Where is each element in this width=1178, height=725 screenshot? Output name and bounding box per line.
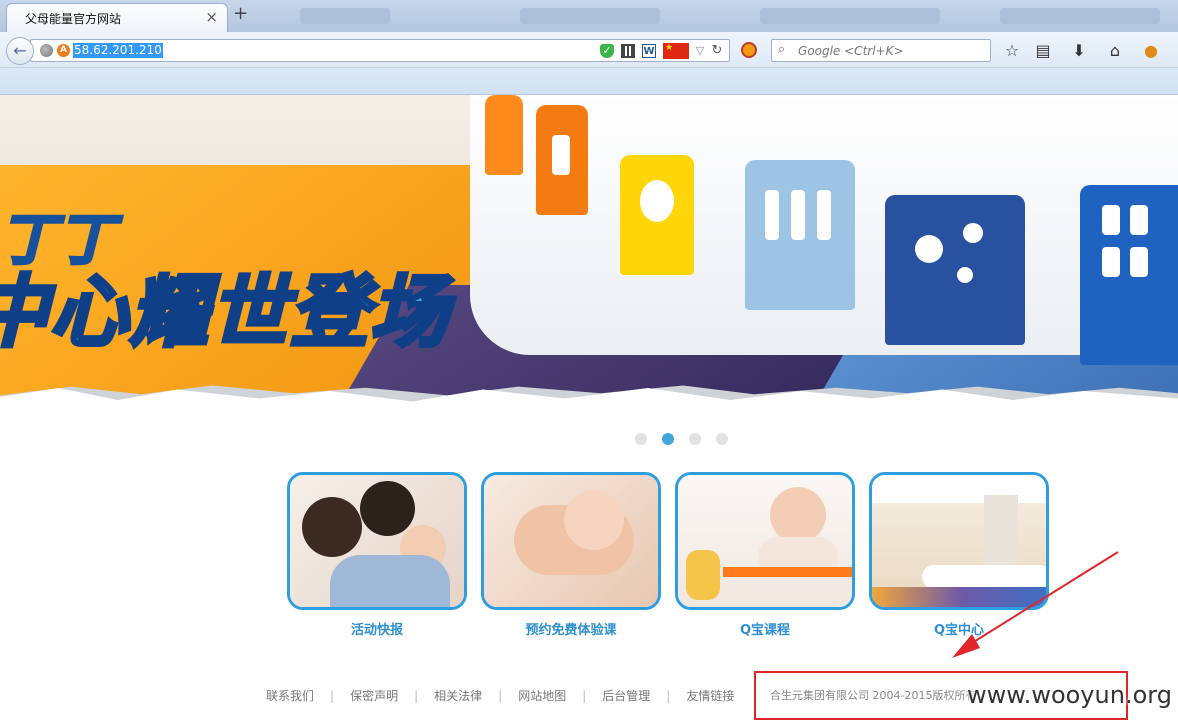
house-window bbox=[957, 267, 973, 283]
annotation-arrow bbox=[952, 551, 1119, 658]
footer-link-contact[interactable]: 联系我们 bbox=[266, 689, 314, 703]
addon-badge-icon[interactable]: A bbox=[57, 44, 70, 57]
slider-dot-active[interactable] bbox=[662, 433, 674, 445]
search-icon: ⌕ bbox=[778, 42, 786, 57]
card-news-image[interactable] bbox=[287, 472, 467, 610]
house-window bbox=[552, 135, 570, 175]
globe-icon bbox=[40, 44, 53, 57]
background-tab-blur bbox=[300, 8, 390, 24]
search-placeholder: Google <Ctrl+K> bbox=[798, 44, 904, 58]
hands-photo bbox=[484, 475, 658, 607]
baby-photo bbox=[678, 475, 852, 607]
background-tab-blur bbox=[1000, 8, 1160, 24]
card-label-courses[interactable]: Q宝课程 bbox=[675, 619, 855, 638]
house-window bbox=[1130, 247, 1148, 277]
photo-figure bbox=[330, 555, 450, 607]
photo-figure bbox=[302, 497, 362, 557]
footer-separator: | bbox=[498, 689, 503, 703]
photo-figure bbox=[770, 487, 826, 543]
banner-headline: 中心耀世登场 bbox=[0, 266, 451, 360]
banner-house-shape bbox=[1080, 185, 1178, 365]
new-tab-button[interactable]: + bbox=[233, 3, 248, 24]
search-input[interactable]: ⌕ Google <Ctrl+K> bbox=[771, 39, 991, 62]
family-photo bbox=[290, 475, 464, 607]
download-icon[interactable]: ⬇ bbox=[1068, 40, 1090, 62]
background-tab-blur bbox=[760, 8, 940, 24]
toy-xylophone bbox=[723, 567, 852, 577]
banner-house-shape bbox=[536, 105, 588, 215]
close-icon[interactable]: × bbox=[205, 8, 218, 26]
house-window bbox=[765, 190, 779, 240]
card-courses-image[interactable] bbox=[675, 472, 855, 610]
photo-ceiling bbox=[872, 475, 1046, 503]
active-tab[interactable]: 父母能量官方网站 × bbox=[6, 3, 228, 32]
footer-separator: | bbox=[330, 689, 335, 703]
house-window bbox=[1102, 205, 1120, 235]
qr-code-icon[interactable] bbox=[621, 44, 635, 58]
footer-link-sitemap[interactable]: 网站地图 bbox=[518, 689, 566, 703]
banner-house-shape bbox=[620, 155, 694, 275]
avatar-icon[interactable]: ● bbox=[1140, 40, 1162, 62]
dropdown-icon[interactable]: ▽ bbox=[693, 44, 707, 58]
footer-link-friends[interactable]: 友情链接 bbox=[686, 689, 734, 703]
china-flag-icon[interactable]: ★ bbox=[663, 43, 689, 59]
tab-bar: 父母能量官方网站 × + bbox=[0, 0, 1178, 32]
bookmark-star-icon[interactable]: ☆ bbox=[1001, 40, 1023, 62]
slider-dot[interactable] bbox=[716, 433, 728, 445]
shield-icon[interactable]: ✓ bbox=[600, 44, 614, 58]
house-window bbox=[791, 190, 805, 240]
house-window bbox=[915, 235, 943, 263]
background-tab-blur bbox=[520, 8, 660, 24]
toy-figure bbox=[686, 550, 720, 600]
bookmarks-toolbar bbox=[0, 68, 1178, 95]
back-arrow-icon: ← bbox=[13, 41, 27, 60]
footer-separator: | bbox=[666, 689, 671, 703]
word-icon[interactable]: W bbox=[642, 44, 656, 58]
footer-link-legal[interactable]: 相关法律 bbox=[434, 689, 482, 703]
footer-separator: | bbox=[414, 689, 419, 703]
url-text[interactable]: 58.62.201.210 bbox=[73, 43, 163, 58]
slider-dot[interactable] bbox=[635, 433, 647, 445]
back-button[interactable]: ← bbox=[6, 37, 34, 65]
banner-house-shape bbox=[745, 160, 855, 310]
house-window bbox=[963, 223, 983, 243]
watermark: www.wooyun.org bbox=[967, 681, 1172, 709]
house-window bbox=[1130, 205, 1148, 235]
banner-house-shape bbox=[885, 195, 1025, 345]
tab-title: 父母能量官方网站 bbox=[25, 12, 122, 26]
footer-links: 联系我们 | 保密声明 | 相关法律 | 网站地图 | 后台管理 | 友情链接 bbox=[266, 687, 734, 704]
footer-separator: | bbox=[582, 689, 587, 703]
footer-link-privacy[interactable]: 保密声明 bbox=[350, 689, 398, 703]
house-window bbox=[817, 190, 831, 240]
house-window bbox=[640, 180, 674, 222]
house-window bbox=[1102, 247, 1120, 277]
reading-list-icon[interactable]: ▤ bbox=[1032, 40, 1054, 62]
card-label-news[interactable]: 活动快报 bbox=[287, 619, 467, 638]
url-bar[interactable]: A 58.62.201.210 ✓ W ★ ▽ ↻ bbox=[30, 39, 730, 62]
card-trial-image[interactable] bbox=[481, 472, 661, 610]
hero-banner[interactable]: 丁丁 中心耀世登场 bbox=[0, 95, 1178, 415]
home-icon[interactable]: ⌂ bbox=[1104, 40, 1126, 62]
slider-dot[interactable] bbox=[689, 433, 701, 445]
footer-link-admin[interactable]: 后台管理 bbox=[602, 689, 650, 703]
addon-icon[interactable] bbox=[741, 42, 757, 58]
banner-house-shape bbox=[485, 95, 523, 175]
card-label-trial[interactable]: 预约免费体验课 bbox=[481, 619, 661, 638]
photo-figure bbox=[360, 481, 415, 536]
photo-hand bbox=[564, 490, 624, 550]
reload-icon[interactable]: ↻ bbox=[710, 44, 724, 58]
